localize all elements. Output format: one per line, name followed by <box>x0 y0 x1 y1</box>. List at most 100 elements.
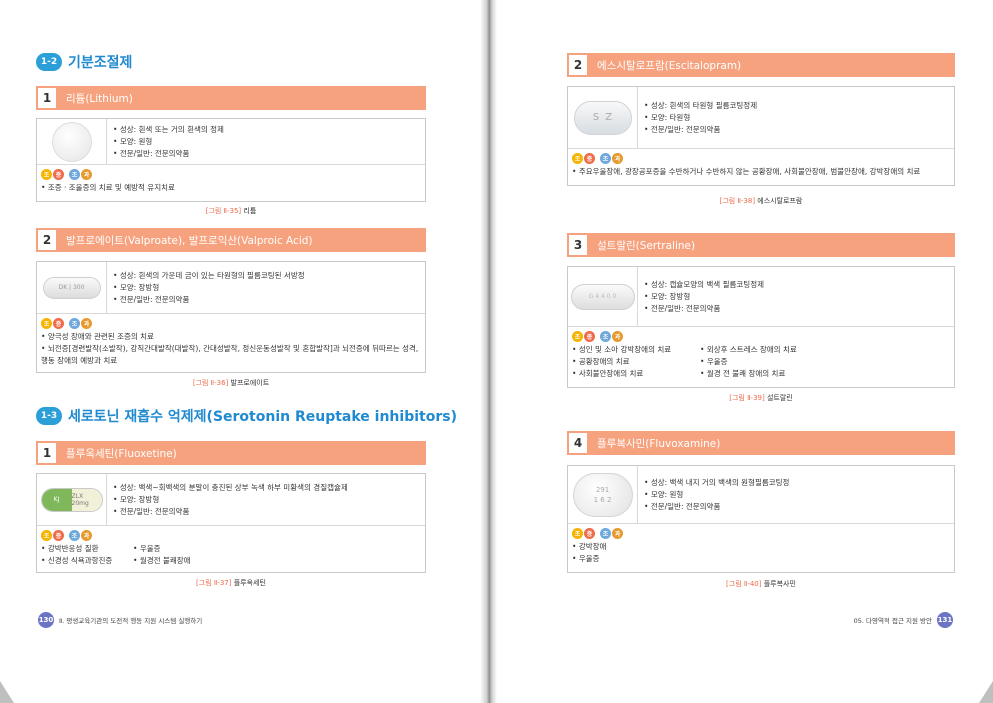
pill-image-cell: G 4 4 0 0 <box>568 267 638 326</box>
drug-box-valproate: DK | 300 성상: 흰색의 가운데 금이 있는 타원형의 필름코팅된 서방… <box>36 261 426 373</box>
figure-number: [그림 Ⅱ-35] <box>205 207 242 215</box>
figure-caption: [그림 Ⅱ-35] 리튬 <box>36 206 426 216</box>
footer-text: 05. 다영역적 접근 지원 방안 <box>853 617 932 625</box>
indication-item: 강박장애 <box>572 541 950 553</box>
drug-title: 플루옥세틴(Fluoxetine) <box>66 447 177 460</box>
indication-item: 우울증 <box>572 553 950 565</box>
pill-image-lithium <box>51 121 92 162</box>
indication-tags: 조증 조과 <box>37 165 425 182</box>
drug-bar-fluoxetine: 1 플루옥세틴(Fluoxetine) <box>36 441 426 465</box>
pill-image-sertraline: G 4 4 0 0 <box>570 283 635 310</box>
pill-image-valproate: DK | 300 <box>42 276 101 299</box>
page-corner <box>0 681 14 703</box>
property-appearance: 성상: 백색~회백색의 분말이 충진된 상부 녹색 하부 미황색의 경질캡슐제 <box>113 482 348 494</box>
pill-image-fluvoxamine: 291 1 6 2 <box>572 472 633 517</box>
indication-tags: 조증 조과 <box>568 327 954 344</box>
tag-icon: 조증 <box>572 528 596 539</box>
drug-number: 2 <box>567 53 589 77</box>
indication-item: 신경성 식욕과항진증 <box>41 555 133 567</box>
drug-title: 발프로에이트(Valproate), 발프로익산(Valproic Acid) <box>66 234 313 247</box>
property-appearance: 성상: 흰색의 가운데 금이 있는 타원형의 필름코팅된 서방정 <box>113 270 305 282</box>
figure-number: [그림 Ⅱ-36] <box>192 379 229 387</box>
drug-title: 설트랄린(Sertraline) <box>597 239 696 252</box>
tag-icon: 조증 <box>41 530 65 541</box>
right-page: 2 에스시탈로프람(Escitalopram) S Z 성상: 흰색의 타원형 … <box>497 0 993 703</box>
drug-bar-valproate: 2 발프로에이트(Valproate), 발프로익산(Valproic Acid… <box>36 228 426 252</box>
indication-item: 외상후 스트레스 장애의 치료 <box>700 344 828 356</box>
drug-bar-lithium: 1 리튬(Lithium) <box>36 86 426 110</box>
section-header-sri: 1-3 세로토닌 재흡수 억제제(Serotonin Reuptake inhi… <box>36 406 457 426</box>
indication-tags: 조증 조과 <box>37 314 425 331</box>
drug-number: 1 <box>36 441 58 465</box>
tag-icon: 조과 <box>69 318 93 329</box>
indication-item: 공황장애의 치료 <box>572 356 700 368</box>
property-type: 전문/일반: 전문의약품 <box>644 124 757 136</box>
property-shape: 모양: 원형 <box>644 489 789 501</box>
figure-number: [그림 Ⅱ-40] <box>726 580 762 588</box>
pill-image-cell: 291 1 6 2 <box>568 466 638 523</box>
drug-properties: 성상: 캡슐모양의 백색 필름코팅정제 모양: 장방형 전문/일반: 전문의약품 <box>638 279 764 315</box>
tag-icon: 조과 <box>69 169 93 180</box>
left-page: 1-2 기분조절제 1 리튬(Lithium) 성상: 흰색 또는 거의 흰색의… <box>0 0 480 703</box>
drug-box-sertraline: G 4 4 0 0 성상: 캡슐모양의 백색 필름코팅정제 모양: 장방형 전문… <box>567 266 955 388</box>
property-shape: 모양: 장방형 <box>113 494 348 506</box>
indication-item: 우울증 <box>700 356 828 368</box>
page-number-badge: 130 <box>38 612 54 628</box>
indication-tags: 조증 조과 <box>568 524 954 541</box>
tag-icon: 조과 <box>600 153 624 164</box>
indications: 강박장애 우울증 <box>568 541 954 568</box>
drug-number: 2 <box>36 228 58 252</box>
figure-caption: [그림 Ⅱ-39] 설트랄린 <box>567 393 955 403</box>
drug-box-lithium: 성상: 흰색 또는 거의 흰색의 정제 모양: 원형 전문/일반: 전문의약품 … <box>36 118 426 202</box>
indications: 주요우울장애, 광장공포증을 수반하거나 수반하지 않는 공황장애, 사회불안장… <box>568 166 954 181</box>
indication-item: 강박반응성 질환 <box>41 543 133 555</box>
drug-properties: 성상: 백색 내지 거의 백색의 원형필름코팅정 모양: 원형 전문/일반: 전… <box>638 477 790 513</box>
section-title: 기분조절제 <box>68 55 133 71</box>
indication-item: 우울증 <box>133 543 225 555</box>
figure-number: [그림 Ⅱ-37] <box>196 579 232 587</box>
indication-item: 성인 및 소아 강박장애의 치료 <box>572 344 700 356</box>
drug-bar-sertraline: 3 설트랄린(Sertraline) <box>567 233 955 257</box>
figure-name: 리튬 <box>243 207 257 215</box>
drug-properties: 성상: 백색~회백색의 분말이 충진된 상부 녹색 하부 미황색의 경질캡슐제 … <box>107 482 348 518</box>
pill-image-fluoxetine: KJ ZLX 20mg <box>40 487 103 512</box>
property-type: 전문/일반: 전문의약품 <box>113 506 348 518</box>
indication-item: 뇌전증[경련발작(소발작), 강직간대발작(대발작), 간대성발작, 정신운동성… <box>41 343 421 367</box>
tag-icon: 조증 <box>572 153 596 164</box>
figure-name: 플루옥세틴 <box>233 579 266 587</box>
figure-name: 에스시탈로프람 <box>757 197 803 205</box>
tag-icon: 조증 <box>41 169 65 180</box>
indication-tags: 조증 조과 <box>568 149 954 166</box>
figure-caption: [그림 Ⅱ-40] 플루복사민 <box>567 579 955 589</box>
drug-properties: 성상: 흰색의 가운데 금이 있는 타원형의 필름코팅된 서방정 모양: 장방형… <box>107 270 305 306</box>
drug-title: 플루복사민(Fluvoxamine) <box>597 437 721 450</box>
indication-item: 월경전 불쾌장애 <box>133 555 225 567</box>
figure-number: [그림 Ⅱ-39] <box>729 394 765 402</box>
tag-icon: 조과 <box>600 331 624 342</box>
drug-box-fluvoxamine: 291 1 6 2 성상: 백색 내지 거의 백색의 원형필름코팅정 모양: 원… <box>567 465 955 573</box>
tag-icon: 조증 <box>572 331 596 342</box>
tag-icon: 조과 <box>69 530 93 541</box>
figure-name: 설트랄린 <box>766 394 793 402</box>
drug-properties: 성상: 흰색 또는 거의 흰색의 정제 모양: 원형 전문/일반: 전문의약품 <box>107 124 224 160</box>
property-appearance: 성상: 캡슐모양의 백색 필름코팅정제 <box>644 279 764 291</box>
indication-item: 양극성 장애와 관련된 조증의 치료 <box>41 331 421 343</box>
figure-caption: [그림 Ⅱ-38] 에스시탈로프람 <box>567 196 955 206</box>
property-shape: 모양: 장방형 <box>113 282 305 294</box>
drug-number: 3 <box>567 233 589 257</box>
section-badge: 1-3 <box>36 407 62 425</box>
indication-item: 사회불안장애의 치료 <box>572 368 700 380</box>
property-appearance: 성상: 백색 내지 거의 백색의 원형필름코팅정 <box>644 477 790 489</box>
page-corner <box>979 681 993 703</box>
property-shape: 모양: 원형 <box>113 136 224 148</box>
indications: 양극성 장애와 관련된 조증의 치료 뇌전증[경련발작(소발작), 강직간대발작… <box>37 331 425 370</box>
section-header-mood-stabilizer: 1-2 기분조절제 <box>36 52 132 72</box>
drug-number: 1 <box>36 86 58 110</box>
drug-box-escitalopram: S Z 성상: 흰색의 타원형 필름코팅정제 모양: 타원형 전문/일반: 전문… <box>567 86 955 186</box>
drug-number: 4 <box>567 431 589 455</box>
page-footer: 130 Ⅱ. 평생교육기관의 도전적 행동 지원 시스템 실행하기 <box>38 612 202 628</box>
indication-item: 조증 · 조울증의 치료 및 예방적 유지치료 <box>41 182 421 194</box>
drug-box-fluoxetine: KJ ZLX 20mg 성상: 백색~회백색의 분말이 충진된 상부 녹색 하부… <box>36 473 426 573</box>
property-type: 전문/일반: 전문의약품 <box>644 501 789 513</box>
drug-properties: 성상: 흰색의 타원형 필름코팅정제 모양: 타원형 전문/일반: 전문의약품 <box>638 100 757 136</box>
